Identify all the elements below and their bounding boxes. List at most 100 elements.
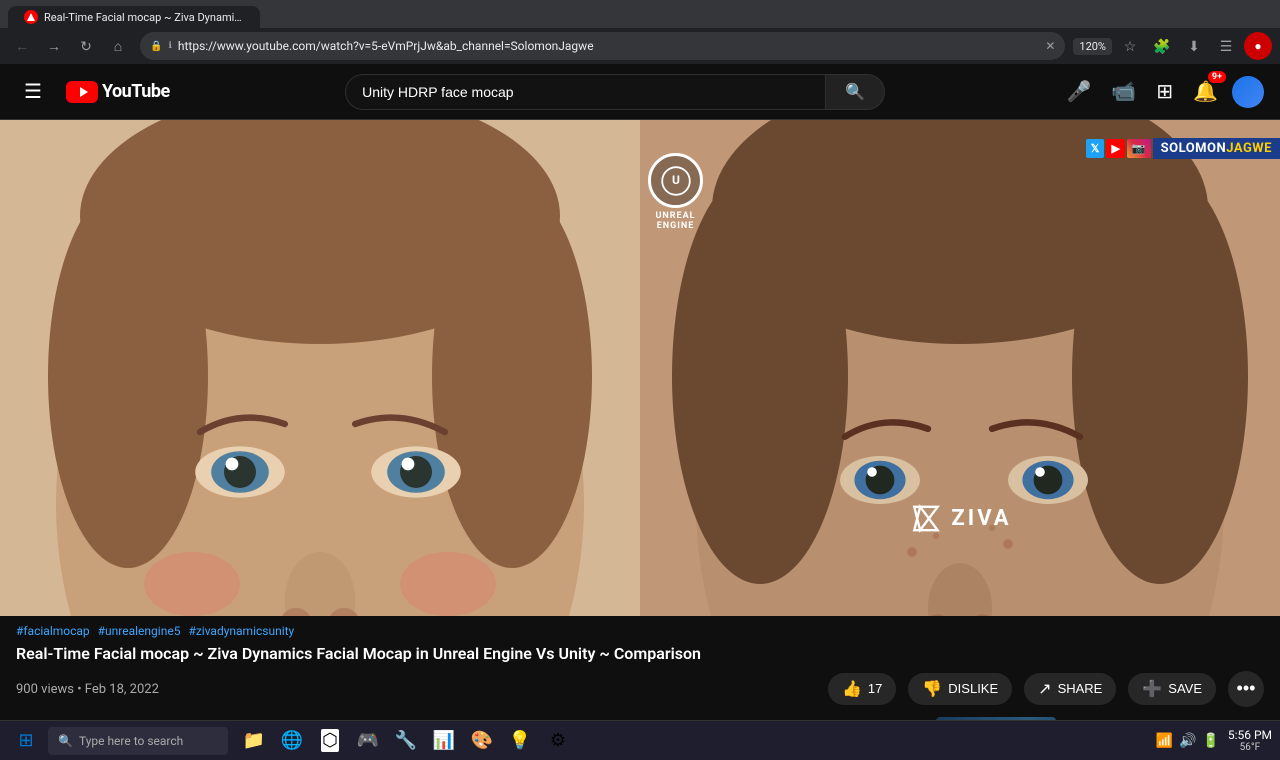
video-player[interactable]: U UNREALENGINE 𝕏 ▶ 📷 [0, 120, 1280, 616]
face-svg-left [0, 120, 640, 616]
url-text: https://www.youtube.com/watch?v=5-eVmPrj… [178, 39, 1039, 53]
download-button[interactable]: ⬇ [1180, 32, 1208, 60]
header-right: 🎤 📹 ⊞ 🔔 9+ [1061, 73, 1264, 110]
taskbar-app-extra4[interactable]: 🎨 [464, 723, 500, 759]
lock-icon: 🔒 [150, 41, 162, 52]
system-icons: 📶 🔊 🔋 [1156, 733, 1220, 749]
notification-container: 🔔 9+ [1187, 73, 1224, 110]
share-button[interactable]: ↗ SHARE [1024, 673, 1116, 705]
taskbar-app-browser[interactable]: 🌐 [274, 723, 310, 759]
upload-button[interactable]: 📹 [1105, 73, 1142, 110]
share-label: SHARE [1058, 681, 1103, 696]
action-buttons: 👍 17 👎 DISLIKE ↗ SHARE ➕ [828, 671, 1264, 707]
url-clear[interactable]: ✕ [1045, 39, 1055, 53]
menu-button[interactable]: ☰ [16, 71, 50, 112]
unreal-logo-overlay: U UNREALENGINE [640, 145, 711, 239]
dislike-icon: 👎 [922, 679, 942, 699]
unreal-engine-icon: U [661, 166, 691, 196]
ziva-text: ZIVA [951, 506, 1011, 531]
video-info-bar: #facialmocap #unrealengine5 #zivadynamic… [0, 616, 1280, 720]
network-icon[interactable]: 📶 [1156, 733, 1173, 749]
taskbar-search[interactable]: 🔍 Type here to search [48, 727, 228, 755]
ziva-icon [908, 501, 943, 536]
taskbar: ⊞ 🔍 Type here to search 📁 🌐 ⬡ 🎮 🔧 📊 🎨 💡 [0, 720, 1280, 760]
taskbar-app-extra6[interactable]: ⚙ [540, 723, 576, 759]
share-icon: ↗ [1038, 679, 1051, 699]
apps-button[interactable]: ⊞ [1150, 73, 1179, 110]
youtube-app: ☰ YouTube 🔍 🎤 📹 ⊞ 🔔 9+ [0, 64, 1280, 720]
home-button[interactable]: ⌂ [104, 32, 132, 60]
like-count: 17 [868, 681, 882, 696]
youtube-social-icon: ▶ [1106, 139, 1124, 158]
app1-icon: 🎮 [357, 730, 379, 751]
taskbar-right: 📶 🔊 🔋 5:56 PM 56°F [1156, 728, 1272, 753]
app4-icon: 🎨 [471, 730, 493, 751]
twitter-icon: 𝕏 [1086, 139, 1105, 158]
video-right-panel: U UNREALENGINE 𝕏 ▶ 📷 [640, 120, 1280, 616]
browser-toolbar: ← → ↻ ⌂ 🔒 ℹ https://www.youtube.com/watc… [0, 28, 1280, 64]
chip-row: 900 views • Feb 18, 2022 [16, 682, 159, 697]
like-icon: 👍 [842, 679, 862, 699]
extensions-button[interactable]: 🧩 [1148, 32, 1176, 60]
hashtags-row: #facialmocap #unrealengine5 #zivadynamic… [16, 624, 1264, 638]
weather-display: 56°F [1228, 742, 1272, 753]
battery-icon[interactable]: 🔋 [1202, 733, 1219, 749]
save-icon: ➕ [1142, 679, 1162, 699]
app2-icon: 🔧 [395, 730, 417, 751]
taskbar-apps: 📁 🌐 ⬡ 🎮 🔧 📊 🎨 💡 ⚙ [236, 723, 576, 759]
taskbar-app-extra5[interactable]: 💡 [502, 723, 538, 759]
extensions2-button[interactable]: ☰ [1212, 32, 1240, 60]
ziva-overlay: ZIVA [908, 501, 1011, 536]
bookmark-button[interactable]: ☆ [1116, 32, 1144, 60]
youtube-logo[interactable]: YouTube [66, 81, 170, 103]
video-left-panel [0, 120, 640, 616]
browser-chrome: Real-Time Facial mocap ~ Ziva Dynamics..… [0, 0, 1280, 64]
video-title: Real-Time Facial mocap ~ Ziva Dynamics F… [16, 644, 1264, 665]
like-button[interactable]: 👍 17 [828, 673, 896, 705]
instagram-icon: 📷 [1127, 139, 1151, 158]
taskbar-app-file[interactable]: 📁 [236, 723, 272, 759]
main-content: U UNREALENGINE 𝕏 ▶ 📷 [0, 120, 1280, 720]
dislike-label: DISLIKE [948, 681, 998, 696]
hashtag-unrealengine5[interactable]: #unrealengine5 [98, 624, 181, 638]
search-input[interactable] [362, 84, 809, 100]
address-bar[interactable]: 🔒 ℹ https://www.youtube.com/watch?v=5-eV… [140, 32, 1065, 60]
save-label: SAVE [1168, 681, 1202, 696]
hashtag-zivadynamicsunity[interactable]: #zivadynamicsunity [188, 624, 294, 638]
search-button[interactable]: 🔍 [825, 74, 885, 110]
taskbar-app-extra1[interactable]: 🎮 [350, 723, 386, 759]
video-container[interactable]: U UNREALENGINE 𝕏 ▶ 📷 [0, 120, 1280, 616]
tab-favicon [24, 10, 38, 24]
youtube-logo-icon [66, 81, 98, 103]
reload-button[interactable]: ↻ [72, 32, 100, 60]
taskbar-app-extra3[interactable]: 📊 [426, 723, 462, 759]
forward-button[interactable]: → [40, 32, 68, 60]
toolbar-right: 120% ☆ 🧩 ⬇ ☰ ● [1073, 32, 1272, 60]
face-svg-right [640, 120, 1280, 616]
start-button[interactable]: ⊞ [8, 723, 44, 759]
youtube-logo-text: YouTube [102, 81, 170, 102]
profile-button[interactable]: ● [1244, 32, 1272, 60]
clock[interactable]: 5:56 PM 56°F [1228, 728, 1272, 753]
hashtag-facialmocap[interactable]: #facialmocap [16, 624, 90, 638]
taskbar-search-icon: 🔍 [58, 734, 73, 748]
unity-taskbar-icon: ⬡ [321, 729, 339, 752]
active-tab[interactable]: Real-Time Facial mocap ~ Ziva Dynamics..… [8, 6, 260, 28]
video-frame: U UNREALENGINE 𝕏 ▶ 📷 [0, 120, 1280, 616]
svg-text:U: U [672, 173, 680, 187]
unreal-text: UNREALENGINE [655, 211, 695, 231]
save-button[interactable]: ➕ SAVE [1128, 673, 1216, 705]
youtube-header: ☰ YouTube 🔍 🎤 📹 ⊞ 🔔 9+ [0, 64, 1280, 120]
browser-icon: 🌐 [281, 730, 303, 751]
mic-button[interactable]: 🎤 [1061, 73, 1098, 110]
user-avatar[interactable] [1232, 76, 1264, 108]
taskbar-app-extra2[interactable]: 🔧 [388, 723, 424, 759]
taskbar-app-unity[interactable]: ⬡ [312, 723, 348, 759]
back-button[interactable]: ← [8, 32, 36, 60]
notification-badge: 9+ [1208, 71, 1226, 83]
more-button[interactable]: ••• [1228, 671, 1264, 707]
time-display: 5:56 PM [1228, 728, 1272, 742]
browser-tabs: Real-Time Facial mocap ~ Ziva Dynamics..… [0, 0, 1280, 28]
dislike-button[interactable]: 👎 DISLIKE [908, 673, 1012, 705]
sound-icon[interactable]: 🔊 [1179, 733, 1196, 749]
